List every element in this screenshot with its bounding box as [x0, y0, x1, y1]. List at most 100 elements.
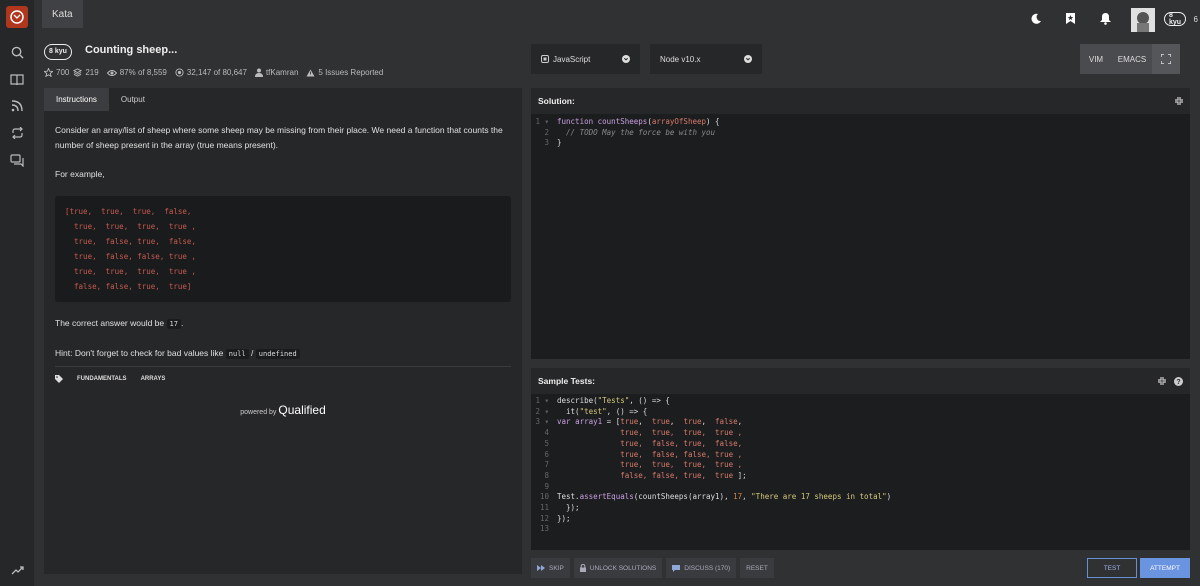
runtime-select[interactable]: Node v10.x	[650, 44, 762, 74]
reset-button[interactable]: RESET	[740, 558, 774, 578]
qualified-logo: Qualified	[278, 403, 326, 417]
repeat-icon[interactable]	[9, 125, 25, 141]
tests-header: Sample Tests: ?	[531, 368, 1190, 394]
user-icon	[254, 68, 263, 77]
instructions-panel: Instructions Output Consider an array/li…	[44, 88, 522, 574]
vim-button[interactable]: VIM	[1080, 44, 1112, 74]
tag-fundamentals[interactable]: FUNDAMENTALS	[77, 376, 127, 382]
sample-tests-panel: Sample Tests: ? 1 ▾ describe("Tests", () …	[531, 368, 1190, 550]
trending-icon[interactable]	[9, 562, 25, 578]
example-label: For example,	[55, 169, 105, 179]
attempt-button[interactable]: ATTEMPT	[1140, 558, 1190, 578]
solution-header: Solution:	[531, 88, 1190, 114]
unlock-solutions-button[interactable]: UNLOCK SOLUTIONS	[573, 558, 663, 578]
code-line: 1 ▾ function countSheeps(arrayOfSheep) {	[535, 117, 720, 126]
star-icon	[44, 68, 53, 77]
panel-tabs: Instructions Output	[44, 88, 522, 111]
rss-icon[interactable]	[9, 98, 25, 114]
avatar[interactable]	[1131, 8, 1155, 32]
eye-icon	[106, 69, 117, 76]
tag-icon	[55, 375, 63, 383]
completed-stat: 32,147 of 80,647	[175, 68, 247, 77]
kata-header: 8 kyu	[44, 40, 72, 60]
example-code-block: [true, true, true, false, true, true, tr…	[55, 196, 511, 302]
kata-stats: 700 219 87% of 8,559 32,147 of 80,647 tf…	[44, 68, 383, 77]
stars-stat[interactable]: 700	[44, 68, 69, 77]
language-icon	[541, 55, 549, 63]
comment-icon	[672, 564, 681, 572]
kata-rank-badge: 8 kyu	[44, 43, 72, 60]
expand-icon[interactable]	[1158, 377, 1166, 385]
warning-icon	[306, 68, 315, 77]
powered-by-label: powered by	[240, 409, 277, 416]
bookmark-icon[interactable]	[1065, 12, 1076, 30]
code-line: true, false, true, false,	[65, 237, 196, 246]
book-icon[interactable]	[9, 72, 25, 88]
action-bar: SKIP UNLOCK SOLUTIONS DISCUSS (170) RESE…	[531, 558, 1190, 578]
editor-mode-group: VIM EMACS	[1080, 44, 1180, 74]
test-button[interactable]: TEST	[1087, 558, 1137, 578]
unlock-label: UNLOCK SOLUTIONS	[589, 564, 657, 572]
stars-count: 700	[56, 68, 70, 77]
code-line: true, false, false, true ,	[65, 252, 196, 261]
moon-icon[interactable]	[1030, 12, 1042, 30]
code-line: 2 // TODO May the force be with you	[544, 127, 716, 137]
answer-prefix: The correct answer would be	[55, 318, 165, 328]
stack-icon	[73, 68, 83, 77]
stack-stat: 219	[73, 68, 99, 77]
skip-button[interactable]: SKIP	[531, 558, 570, 578]
author-stat[interactable]: tfKamran	[254, 68, 298, 77]
answer-line: The correct answer would be 17.	[55, 316, 511, 332]
answer-suffix: .	[180, 318, 184, 328]
issues-stat[interactable]: 5 Issues Reported	[306, 68, 383, 77]
code-line: 8 false, false, true, true ];	[544, 470, 747, 480]
user-rank-badge[interactable]: 8 kyu	[1163, 12, 1186, 26]
language-select[interactable]: JavaScript	[531, 44, 640, 74]
code-line: 7 true, true, true, true ,	[544, 460, 743, 470]
search-icon[interactable]	[9, 44, 25, 60]
solution-editor[interactable]: 1 ▾ function countSheeps(arrayOfSheep) { …	[531, 114, 1190, 359]
kata-description: Consider an array/list of sheep where so…	[44, 111, 522, 362]
code-line: true, true, true, true ,	[65, 267, 196, 276]
tab-instructions[interactable]: Instructions	[44, 88, 109, 111]
powered-by[interactable]: powered by Qualified	[44, 403, 522, 417]
tab-output[interactable]: Output	[109, 88, 157, 111]
code-line: false, false, true, true]	[65, 282, 192, 291]
top-bar: Kata 8 kyu 6	[34, 0, 1200, 34]
bell-icon[interactable]	[1099, 12, 1112, 30]
discuss-label: DISCUSS (170)	[684, 564, 731, 572]
hint-code-undefined: undefined	[255, 349, 300, 359]
fullscreen-button[interactable]	[1152, 44, 1180, 74]
code-line: true, true, true, true ,	[65, 222, 196, 231]
code-line: 1 ▾ describe("Tests", () => {	[535, 396, 670, 405]
tests-label: Sample Tests:	[538, 376, 596, 386]
tag-arrays[interactable]: ARRAYS	[141, 376, 166, 382]
emacs-button[interactable]: EMACS	[1112, 44, 1152, 74]
code-line: 6 true, false, false, true ,	[544, 449, 743, 459]
expand-icon[interactable]	[1175, 97, 1183, 105]
hint-code-null: null	[225, 349, 249, 359]
solution-label: Solution:	[538, 96, 575, 106]
code-line: 13	[539, 524, 549, 534]
tab-kata[interactable]: Kata	[42, 0, 83, 28]
honor-count: 6	[1193, 15, 1198, 24]
code-line: 2 ▾ it("test", () => {	[535, 406, 648, 416]
code-line: 10 Test.assertEquals(countSheeps(array1),…	[539, 492, 892, 502]
chevron-down-icon	[622, 55, 630, 63]
hint-separator: /	[251, 348, 254, 358]
help-icon[interactable]: ?	[1174, 376, 1183, 386]
target-icon	[175, 68, 184, 77]
discuss-button[interactable]: DISCUSS (170)	[666, 558, 737, 578]
code-line: 12});	[539, 513, 571, 523]
satisfaction-value: 87% of 8,559	[119, 68, 167, 77]
codewars-logo-icon[interactable]	[6, 6, 28, 28]
chat-icon[interactable]	[9, 152, 25, 168]
issues-text: 5 Issues Reported	[318, 68, 384, 77]
description-paragraph: Consider an array/list of sheep where so…	[55, 125, 503, 150]
kata-title: Counting sheep...	[85, 44, 178, 56]
stack-count: 219	[85, 68, 99, 77]
code-line: 5 true, false, true, false,	[544, 438, 743, 448]
tests-editor[interactable]: 1 ▾ describe("Tests", () => { 2 ▾ it("tes…	[531, 394, 1190, 550]
code-line: 9	[544, 481, 549, 491]
code-line: 3 ▾ var array1 = [true, true, true, false…	[535, 417, 743, 427]
